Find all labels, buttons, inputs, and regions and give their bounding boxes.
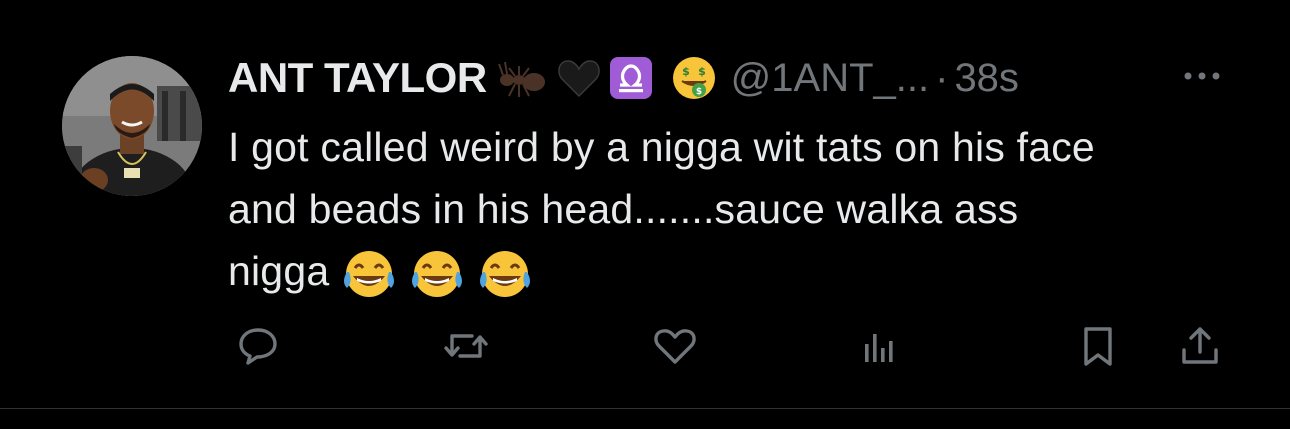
views-icon[interactable] (854, 322, 902, 370)
profile-emoji-badges: $ $ $ (497, 55, 717, 101)
tweet-text-line: nigga (228, 240, 1238, 302)
retweet-icon[interactable] (442, 322, 490, 370)
tweet-text-segment: nigga (228, 248, 330, 294)
reply-icon[interactable] (234, 322, 282, 370)
tears-of-joy-icon (480, 251, 531, 298)
share-icon[interactable] (1176, 322, 1224, 370)
ant-icon (497, 58, 549, 98)
tweet-text: I got called weird by a nigga wit tats o… (228, 116, 1238, 302)
tweet-text-line: and beads in his head.......sauce walka … (228, 186, 1019, 232)
avatar-photo (62, 56, 202, 196)
black-heart-icon (557, 58, 601, 98)
laughing-emoji-row (339, 248, 535, 300)
separator-dot: · (935, 55, 949, 100)
author-handle[interactable]: @1ANT_... (731, 56, 929, 101)
tears-of-joy-icon (412, 251, 463, 298)
svg-text:$: $ (696, 87, 702, 97)
svg-text:$: $ (682, 65, 690, 78)
money-mouth-face-icon: $ $ $ (671, 55, 717, 101)
display-name[interactable]: ANT TAYLOR (228, 54, 487, 102)
timestamp[interactable]: 38s (954, 56, 1019, 101)
avatar[interactable] (62, 56, 202, 196)
tweet-header: ANT TAYLOR $ $ $ @1ANT_... · 38s (228, 52, 1019, 104)
tweet-divider (0, 408, 1290, 409)
tweet[interactable]: ANT TAYLOR $ $ $ @1ANT_... · 38s I got c… (0, 0, 1290, 408)
svg-text:$: $ (698, 65, 706, 78)
more-options-icon[interactable] (1180, 62, 1224, 90)
tweet-text-line: I got called weird by a nigga wit tats o… (228, 124, 1095, 170)
like-icon[interactable] (651, 322, 699, 370)
libra-icon (609, 56, 653, 100)
bookmark-icon[interactable] (1074, 322, 1122, 370)
tears-of-joy-icon (344, 251, 395, 298)
tweet-action-bar (0, 322, 1290, 372)
